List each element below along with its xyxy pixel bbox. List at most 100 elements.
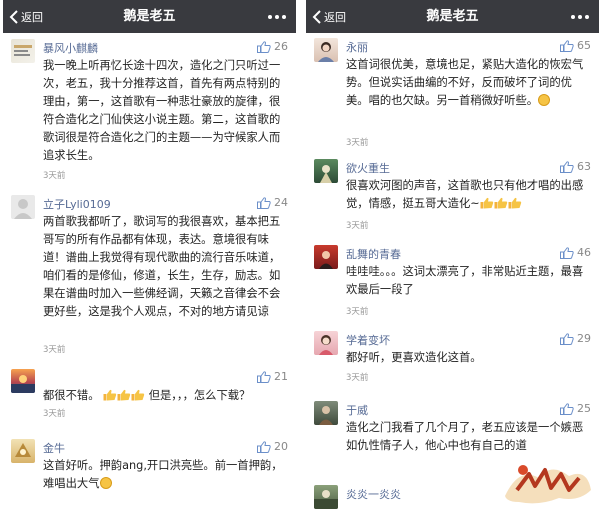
thumbs-up-emoji-icon — [480, 197, 493, 209]
more-button[interactable] — [268, 0, 286, 33]
comment-text: 这首好听。押韵ang,开口洪亮些。前一首押韵，难唱出大气 — [43, 457, 288, 493]
comment-text: 这首词很优美，意境也足，紧贴大造化的恢宏气势。但说实话曲编的不好，反而破坏了词的… — [346, 56, 591, 110]
like-button[interactable]: 63 — [560, 160, 591, 173]
grin-emoji-icon — [99, 477, 112, 489]
back-button[interactable]: 返回 — [9, 0, 43, 33]
thumbs-up-emoji-icon — [494, 197, 507, 209]
thumbs-up-icon — [257, 440, 271, 453]
like-button[interactable]: 46 — [560, 246, 591, 259]
like-count: 65 — [577, 39, 591, 52]
screenshot-divider — [298, 0, 304, 510]
back-button[interactable]: 返回 — [312, 0, 346, 33]
avatar — [11, 39, 35, 63]
comment-text: 造化之门我看了几个月了，老五应该是一个嫉恶如仇性情子人，他心中也有自己的道 — [346, 421, 584, 452]
more-button[interactable] — [571, 0, 589, 33]
avatar-image — [319, 251, 333, 269]
like-button[interactable]: 29 — [560, 332, 591, 345]
avatar — [314, 38, 338, 62]
like-button[interactable]: 25 — [560, 402, 591, 415]
comment-author[interactable]: 立子Lyli0109 — [43, 196, 111, 212]
chevron-left-icon — [312, 9, 321, 24]
avatar-image — [319, 406, 333, 425]
thumbs-up-icon — [257, 196, 271, 209]
comment-text: 哇哇哇。。。这词太漂亮了，非常贴近主题，最喜欢最后一段了 — [346, 265, 584, 296]
avatar-image — [319, 335, 333, 355]
avatar-image — [314, 490, 338, 509]
comment-text-part: 都很不错。 — [43, 389, 100, 402]
avatar-image — [318, 42, 334, 62]
comment-list[interactable]: 暴风小麒麟 26 我一晚上听再忆长途十四次，造化之门只听过一次，老五，我十分推荐… — [3, 33, 296, 510]
avatar-image — [320, 165, 332, 183]
page-title: 鹅是老五 — [426, 9, 479, 24]
nav-bar: 返回 鹅是老五 — [3, 0, 296, 33]
avatar-image — [14, 45, 32, 56]
default-avatar-icon — [14, 199, 32, 219]
like-button[interactable]: 21 — [257, 370, 288, 383]
avatar — [314, 245, 338, 269]
more-dots-icon — [571, 14, 575, 19]
nav-bar: 返回 鹅是老五 — [306, 0, 599, 33]
comment-item: 21 都很不错。 但是，，，怎么下载？ 3天前 — [3, 369, 296, 429]
thumbs-up-emoji-icon — [117, 389, 131, 401]
comment-text: 我一晚上听再忆长途十四次，造化之门只听过一次，老五，我十分推荐这首，首先有两点特… — [43, 59, 281, 162]
comment-author[interactable]: 乱舞的青春 — [346, 246, 401, 262]
like-count: 24 — [274, 196, 288, 209]
like-button[interactable]: 24 — [257, 196, 288, 209]
chevron-left-icon — [9, 9, 18, 24]
thumbs-up-icon — [560, 332, 574, 345]
avatar — [11, 369, 35, 393]
comment-author[interactable]: 欲火重生 — [346, 160, 390, 176]
avatar — [314, 159, 338, 183]
watermark-logo — [505, 465, 591, 504]
comment-time: 3天前 — [346, 307, 369, 317]
like-count: 20 — [274, 440, 288, 453]
comment-text-part: 很喜欢河图的声音，这首歌也只有他才唱的出感觉，情感，挺五哥大造化~ — [346, 179, 584, 210]
comment-text: 很喜欢河图的声音，这首歌也只有他才唱的出感觉，情感，挺五哥大造化~ — [346, 177, 591, 213]
comment-author[interactable]: 金牛 — [43, 440, 65, 456]
comment-time: 3天前 — [43, 171, 66, 181]
more-dots-icon — [268, 14, 272, 19]
comment-author[interactable]: 永丽 — [346, 39, 368, 55]
comment-item: 立子Lyli0109 24 两首歌我都听了，歌词写的我很喜欢，基本把五哥写的所有… — [3, 195, 296, 355]
avatar — [11, 195, 35, 219]
like-count: 26 — [274, 40, 288, 53]
like-count: 29 — [577, 332, 591, 345]
back-label: 返回 — [21, 10, 43, 24]
like-button[interactable]: 65 — [560, 39, 591, 52]
comment-item: 金牛 20 这首好听。押韵ang,开口洪亮些。前一首押韵，难唱出大气 — [3, 439, 296, 509]
comment-list[interactable]: 永丽 65 这首词很优美，意境也足，紧贴大造化的恢宏气势。但说实话曲编的不好，反… — [306, 33, 599, 510]
thumbs-up-emoji-icon — [131, 389, 145, 401]
back-label: 返回 — [324, 10, 346, 24]
comment-text: 都很不错。 但是，，，怎么下载？ — [43, 387, 288, 405]
comment-time: 3天前 — [346, 373, 369, 383]
thumbs-up-icon — [560, 39, 574, 52]
like-count: 25 — [577, 402, 591, 415]
like-button[interactable]: 26 — [257, 40, 288, 53]
comment-author[interactable]: 暴风小麒麟 — [43, 40, 98, 56]
avatar — [314, 331, 338, 355]
comment-author[interactable]: 于威 — [346, 402, 368, 418]
avatar — [11, 439, 35, 463]
avatar-image — [15, 443, 31, 457]
thumbs-up-icon — [560, 402, 574, 415]
thumbs-up-icon — [257, 40, 271, 53]
like-button[interactable]: 20 — [257, 440, 288, 453]
comment-item: 乱舞的青春 46 哇哇哇。。。这词太漂亮了，非常贴近主题，最喜欢最后一段了 3天… — [306, 245, 599, 325]
comment-time: 3天前 — [43, 345, 66, 355]
like-count: 21 — [274, 370, 288, 383]
thumbs-up-emoji-icon — [508, 197, 521, 209]
comment-text-part: 但是，，，怎么下载？ — [148, 389, 251, 402]
thumbs-up-icon — [560, 160, 574, 173]
thumbs-up-icon — [257, 370, 271, 383]
comment-item: 学着变坏 29 都好听，更喜欢造化这首。 3天前 — [306, 331, 599, 393]
comment-item: 暴风小麒麟 26 我一晚上听再忆长途十四次，造化之门只听过一次，老五，我十分推荐… — [3, 39, 296, 181]
comment-author[interactable]: 炎炎一炎炎 — [346, 486, 401, 502]
comment-text: 都好听，更喜欢造化这首。 — [346, 351, 482, 364]
comment-author[interactable]: 学着变坏 — [346, 332, 390, 348]
smile-emoji-icon — [538, 94, 551, 106]
comment-text-part: 这首好听。押韵ang,开口洪亮些。前一首押韵，难唱出大气 — [43, 459, 283, 490]
thumbs-up-icon — [560, 246, 574, 259]
thumbs-up-emoji-icon — [103, 389, 117, 401]
page-title: 鹅是老五 — [123, 9, 176, 24]
like-count: 63 — [577, 160, 591, 173]
